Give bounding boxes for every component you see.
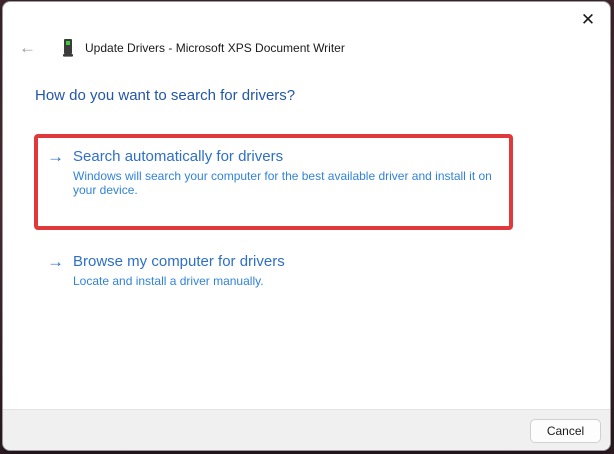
option-search-automatically[interactable]: → Search automatically for drivers Windo… <box>47 147 492 197</box>
printer-device-icon <box>61 38 75 58</box>
window-title: Update Drivers - Microsoft XPS Document … <box>85 41 345 55</box>
option-title: Browse my computer for drivers <box>73 253 285 270</box>
cancel-button[interactable]: Cancel <box>530 419 601 443</box>
option-description-line: Windows will search your computer for th… <box>73 169 492 183</box>
option-title: Search automatically for drivers <box>73 148 284 165</box>
close-icon[interactable]: ✕ <box>572 7 604 33</box>
footer-bar: Cancel <box>3 409 610 450</box>
option-text-block: Browse my computer for drivers Locate an… <box>73 252 285 288</box>
option-description-line: your device. <box>73 183 138 197</box>
arrow-right-icon: → <box>47 147 64 166</box>
titlebar: ✕ <box>3 2 610 34</box>
wizard-header: ← Update Drivers - Microsoft XPS Documen… <box>19 36 594 60</box>
option-description-line: Locate and install a driver manually. <box>73 274 264 288</box>
back-icon[interactable]: ← <box>19 36 43 60</box>
page-title: How do you want to search for drivers? <box>35 87 296 104</box>
option-browse-computer[interactable]: → Browse my computer for drivers Locate … <box>47 252 285 288</box>
arrow-right-icon: → <box>47 252 64 271</box>
update-drivers-dialog: ✕ ← Update Drivers - Microsoft XPS Docum… <box>2 1 611 451</box>
option-text-block: Search automatically for drivers Windows… <box>73 147 492 197</box>
